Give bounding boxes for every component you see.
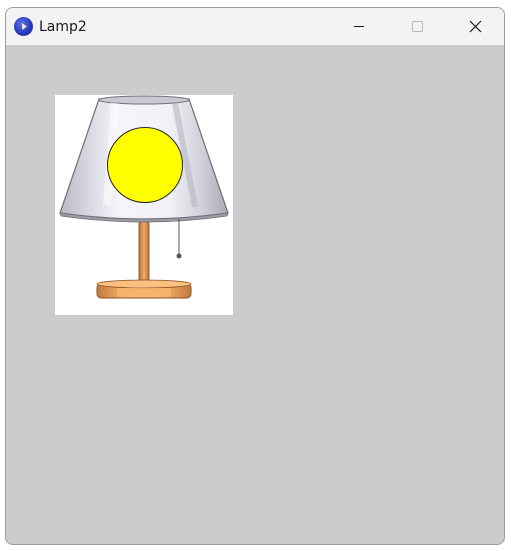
maximize-button[interactable] [394, 8, 440, 45]
title-bar[interactable]: Lamp2 [6, 8, 504, 45]
lamp-base [96, 279, 192, 299]
minimize-button[interactable] [336, 8, 382, 45]
minimize-icon [354, 26, 364, 27]
pull-chain [176, 219, 182, 259]
close-icon [469, 20, 482, 33]
window-title: Lamp2 [39, 19, 87, 35]
bulb [107, 127, 183, 203]
lamp-canvas[interactable] [55, 95, 233, 315]
app-icon [14, 17, 33, 36]
lamp-pole [138, 219, 150, 287]
close-button[interactable] [452, 8, 498, 45]
maximize-icon [412, 21, 423, 32]
lamp-image [59, 95, 229, 299]
app-window: Lamp2 [5, 7, 505, 545]
